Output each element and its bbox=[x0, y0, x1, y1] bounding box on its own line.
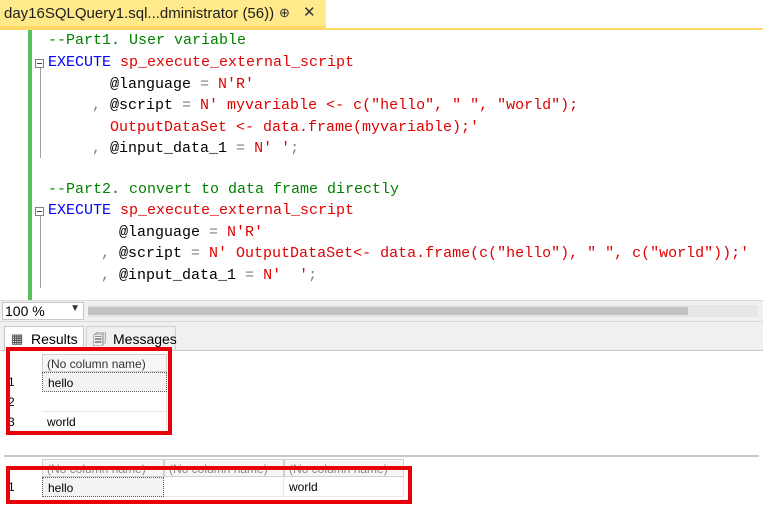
grid-separator[interactable] bbox=[4, 455, 759, 457]
code-line-4: , @script = N' myvariable <- c("hello", … bbox=[92, 97, 579, 114]
results-tab-strip: ▦ Results 🗐 Messages bbox=[0, 322, 763, 350]
scrollbar-thumb[interactable] bbox=[88, 307, 688, 315]
horizontal-scrollbar[interactable] bbox=[88, 305, 758, 317]
chevron-down-icon: ▼ bbox=[70, 303, 80, 314]
code-line-8: --Part2. convert to data frame directly bbox=[48, 181, 400, 198]
document-tab-strip: day16SQLQuery1.sql...dministrator (56)) … bbox=[0, 0, 763, 30]
code-line-10: @language = N'R' bbox=[119, 224, 264, 241]
outline-line bbox=[40, 68, 41, 158]
editor-zoom-bar: 100 % ▼ bbox=[0, 300, 763, 322]
change-tracking-bar bbox=[28, 30, 32, 300]
code-line-6: , @input_data_1 = N' '; bbox=[92, 140, 300, 157]
code-line-3: @language = N'R' bbox=[110, 76, 255, 93]
code-line-1: --Part1. User variable bbox=[48, 32, 247, 49]
highlight-box-grid-1 bbox=[6, 347, 172, 435]
pin-icon[interactable]: ⊕ bbox=[279, 5, 290, 21]
zoom-value: 100 % bbox=[5, 303, 45, 319]
code-line-9: EXECUTE sp_execute_external_script bbox=[48, 202, 355, 219]
editor-margin bbox=[0, 30, 30, 300]
query-editor[interactable]: --Part1. User variable EXECUTE sp_execut… bbox=[0, 30, 763, 300]
document-tab-title: day16SQLQuery1.sql...dministrator (56)) bbox=[4, 5, 275, 22]
tab-results-label: Results bbox=[31, 331, 78, 347]
tab-messages-label: Messages bbox=[113, 331, 177, 347]
code-line-11: , @script = N' OutputDataSet<- data.fram… bbox=[101, 245, 750, 262]
close-icon[interactable]: ✕ bbox=[303, 3, 316, 21]
grid-icon: ▦ bbox=[11, 331, 24, 346]
highlight-box-grid-2 bbox=[6, 466, 412, 504]
code-line-5: OutputDataSet <- data.frame(myvariable);… bbox=[110, 119, 480, 136]
query-document-tab[interactable]: day16SQLQuery1.sql...dministrator (56)) … bbox=[0, 0, 326, 28]
collapse-toggle-icon[interactable] bbox=[35, 59, 44, 68]
zoom-dropdown[interactable]: 100 % ▼ bbox=[2, 302, 84, 320]
outline-line bbox=[40, 216, 41, 288]
code-line-12: , @input_data_1 = N' '; bbox=[101, 267, 318, 284]
code-line-2: EXECUTE sp_execute_external_script bbox=[48, 54, 355, 71]
collapse-toggle-icon[interactable] bbox=[35, 207, 44, 216]
